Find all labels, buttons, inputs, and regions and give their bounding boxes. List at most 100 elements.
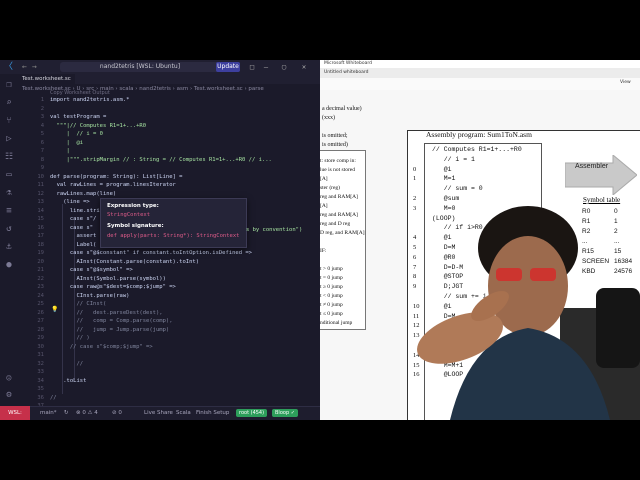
- assembly-line: // i = 1: [432, 155, 475, 163]
- line-number: 24: [37, 292, 44, 299]
- docker-icon[interactable]: ⚓: [4, 242, 14, 252]
- code-line: CInst.parse(raw): [50, 292, 130, 299]
- view-button[interactable]: View: [620, 80, 631, 85]
- ports-indicator[interactable]: ⊘ 0: [112, 406, 122, 420]
- left-paper-text: is omitted): [322, 142, 348, 148]
- assembly-line: M=1: [432, 175, 456, 183]
- assembly-line-number: 0: [413, 165, 417, 173]
- live-share-button[interactable]: Live Share: [144, 406, 173, 420]
- line-number: 35: [37, 386, 44, 392]
- scala-indicator[interactable]: Scala: [176, 406, 191, 420]
- video-letterbox-top: [0, 0, 640, 60]
- vscode-logo-icon: 〈: [4, 62, 14, 72]
- assembly-heading: Assembly program: Sum1ToN.asm: [426, 130, 532, 139]
- minimize-icon[interactable]: –: [258, 61, 274, 73]
- line-number: 36: [37, 394, 44, 401]
- bloop-badge[interactable]: Bloop ✓: [272, 409, 298, 417]
- expression-type-heading: Expression type:: [107, 203, 159, 209]
- whiteboard-tab[interactable]: Untitled whiteboard: [324, 68, 369, 78]
- code-line: // case s"$comp;$jump" =>: [50, 343, 153, 350]
- lightbulb-icon[interactable]: 💡: [51, 306, 58, 313]
- line-number: 4: [40, 122, 44, 129]
- symbol-signature-value: def apply(parts: String*): StringContext: [107, 233, 240, 239]
- code-line: |: [50, 148, 70, 154]
- left-paper-text: t ≤ 0 jump: [320, 311, 343, 317]
- problems-indicator[interactable]: ⊗ 0 ⚠ 4: [76, 406, 98, 420]
- line-number: 13: [37, 199, 44, 205]
- code-editor[interactable]: import nand2tetris.asm.* val testProgram …: [50, 96, 318, 400]
- back-arrow-icon[interactable]: ←: [22, 62, 27, 72]
- maximize-icon[interactable]: ▢: [276, 61, 292, 73]
- settings-gear-icon[interactable]: ⚙: [4, 390, 14, 400]
- forward-arrow-icon[interactable]: →: [32, 62, 37, 72]
- extensions-icon[interactable]: ☷: [4, 152, 14, 162]
- assembler-label: Assembler: [575, 163, 609, 170]
- video-letterbox-bottom: [0, 420, 640, 480]
- line-number: 1: [40, 97, 44, 103]
- remote-explorer-icon[interactable]: ▭: [4, 170, 14, 180]
- line-number: 2: [40, 105, 44, 112]
- left-paper-text: IF:: [320, 248, 327, 254]
- code-line: case s": [50, 224, 94, 231]
- testing-icon[interactable]: ⚗: [4, 188, 14, 198]
- code-line: // ): [50, 335, 90, 341]
- code-line: AInst(Symbol.parse(symbol)): [50, 275, 166, 282]
- explorer-icon[interactable]: ❐: [4, 80, 14, 90]
- line-number: 8: [40, 156, 44, 163]
- code-line: // dest.parseDest(dest),: [50, 309, 163, 316]
- line-number: 30: [37, 343, 44, 350]
- line-number: 28: [37, 326, 44, 333]
- code-line: AInst(Constant.parse(constant).toInt): [50, 258, 200, 265]
- line-number: 29: [37, 335, 44, 341]
- code-line: rawLines.map(line): [50, 190, 117, 197]
- expression-type-value: StringContext: [107, 212, 151, 218]
- code-line: """|// Computes R1=1+...+R0: [50, 122, 147, 129]
- code-line: (line =>: [50, 199, 90, 205]
- code-line: assert: [50, 233, 97, 239]
- line-number: 3: [40, 114, 44, 120]
- presenter-webcam: [417, 206, 640, 420]
- left-paper-text: reg and RAM[A]: [320, 212, 358, 218]
- line-number: 32: [37, 360, 44, 367]
- line-number: 20: [37, 258, 44, 265]
- command-center[interactable]: nand2tetris [WSL: Ubuntu]: [60, 62, 220, 72]
- account-icon[interactable]: ☺: [4, 374, 14, 384]
- line-number: 12: [37, 190, 44, 197]
- assembly-line-number: 1: [413, 175, 417, 183]
- git-branch[interactable]: main*: [40, 406, 57, 420]
- sync-icon[interactable]: ↻: [64, 406, 69, 420]
- code-line: def parse(program: String): List[Line] =: [50, 173, 183, 180]
- line-number: 31: [37, 352, 44, 358]
- line-number: 22: [37, 275, 44, 282]
- line-number: 27: [37, 318, 44, 324]
- code-line: // comp = Comp.parse(comp),: [50, 318, 173, 324]
- finish-setup-button[interactable]: Finish Setup: [196, 406, 229, 420]
- github-icon[interactable]: ●: [4, 260, 14, 270]
- left-paper-text: (xxx): [322, 115, 335, 121]
- left-paper-text: t > 0 jump: [320, 266, 343, 272]
- left-paper-text: a decimal value): [322, 106, 362, 112]
- search-icon[interactable]: ⌕: [4, 98, 14, 108]
- source-control-icon[interactable]: ⑂: [4, 116, 14, 126]
- line-number: 9: [40, 165, 44, 171]
- update-button[interactable]: Update: [216, 62, 240, 72]
- tab-test-worksheet[interactable]: Test.worksheet.sc: [18, 74, 75, 84]
- close-icon[interactable]: ✕: [296, 61, 312, 73]
- metals-icon[interactable]: ≡: [4, 206, 14, 216]
- code-line: Label(: [50, 241, 97, 248]
- line-number: 34: [37, 377, 44, 384]
- code-line: |""".stripMargin // : String = // Comput…: [50, 156, 272, 163]
- line-number: 7: [40, 148, 44, 154]
- left-paper-text: is omitted;: [322, 133, 348, 139]
- code-line: line.strip: [50, 207, 103, 214]
- line-number: 15: [37, 216, 44, 222]
- code-line: val rawLines = program.linesIterator: [50, 182, 176, 188]
- line-number: 5: [40, 131, 44, 137]
- line-number-gutter: 1 2 3 4 5 6 7 8 9 10 11 12 13 14 15 16 17 18 19 20 21 22 23 24 2…: [18, 96, 46, 409]
- root-badge[interactable]: root (454): [236, 409, 268, 417]
- live-share-icon[interactable]: ↺: [4, 224, 14, 234]
- remote-indicator[interactable]: WSL: Ubuntu: [0, 406, 30, 420]
- run-debug-icon[interactable]: ▷: [4, 134, 14, 144]
- left-paper-text: nditional jump: [320, 320, 353, 326]
- code-line: val testProgram =: [50, 114, 107, 120]
